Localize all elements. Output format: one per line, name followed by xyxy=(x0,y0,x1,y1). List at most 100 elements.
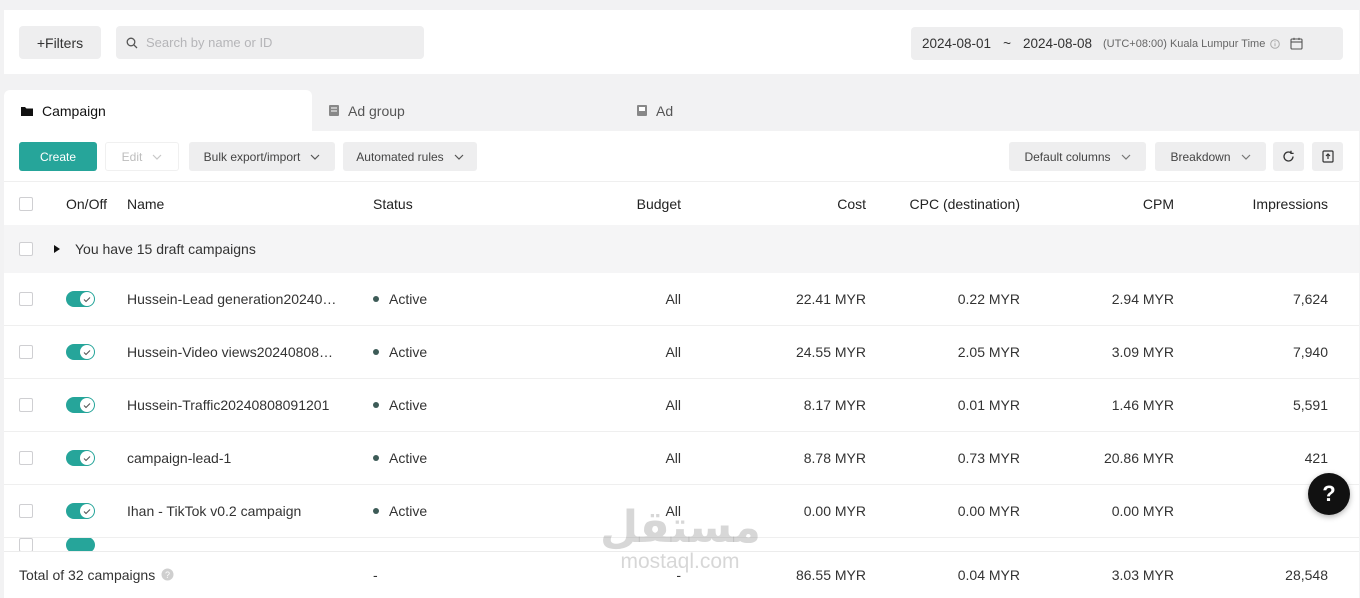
tab-ad-label: Ad xyxy=(656,102,674,119)
campaign-panel: Create Edit Bulk export/import Automated… xyxy=(4,131,1359,598)
table-row[interactable]: campaign-lead-1 Active All 8.78 MYR 0.73… xyxy=(4,432,1359,485)
level-tabs: Campaign Ad group Ad xyxy=(4,90,1359,131)
cpm-value: 20.86 MYR xyxy=(1103,450,1174,466)
date-separator: ~ xyxy=(1003,36,1011,51)
row-toggle[interactable] xyxy=(66,273,95,325)
check-icon xyxy=(83,455,91,461)
draft-campaigns-row[interactable]: You have 15 draft campaigns xyxy=(4,225,1359,273)
check-icon xyxy=(83,402,91,408)
cpm-value: 3.09 MYR xyxy=(1111,344,1174,360)
cost-value: 24.55 MYR xyxy=(795,344,866,360)
edit-dropdown[interactable]: Edit xyxy=(105,142,179,171)
check-icon xyxy=(83,349,91,355)
total-row: Total of 32 campaigns ? - - 86.55 MYR 0.… xyxy=(4,551,1359,597)
budget-value: All xyxy=(665,344,681,360)
chevron-down-icon xyxy=(1241,154,1250,160)
check-icon xyxy=(83,296,91,302)
row-checkbox[interactable] xyxy=(19,326,33,378)
ad-icon xyxy=(637,105,647,116)
date-start: 2024-08-01 xyxy=(922,36,992,51)
header-impressions[interactable]: Impressions xyxy=(1184,182,1328,225)
campaign-name[interactable]: Ihan - TikTok v0.2 campaign xyxy=(127,485,301,537)
add-filter-button[interactable]: +Filters xyxy=(19,26,101,59)
tab-ad-group[interactable]: Ad group xyxy=(328,90,405,131)
chevron-down-icon xyxy=(1121,154,1130,160)
header-cpm[interactable]: CPM xyxy=(1034,182,1174,225)
default-columns-dropdown[interactable]: Default columns xyxy=(1009,142,1146,171)
row-toggle[interactable] xyxy=(66,485,95,537)
total-cpm: 3.03 MYR xyxy=(1111,566,1174,583)
draft-checkbox[interactable] xyxy=(19,225,33,273)
row-checkbox[interactable] xyxy=(19,485,33,537)
automated-label: Automated rules xyxy=(356,149,444,164)
refresh-icon xyxy=(1283,150,1294,162)
tab-ad[interactable]: Ad xyxy=(636,90,673,131)
table-toolbar: Create Edit Bulk export/import Automated… xyxy=(4,131,1359,181)
total-status: - xyxy=(373,566,378,583)
row-checkbox[interactable] xyxy=(19,538,33,551)
status-text: Active xyxy=(389,397,428,413)
tab-ad-group-label: Ad group xyxy=(348,102,405,119)
check-icon xyxy=(83,508,91,514)
bulk-label: Bulk export/import xyxy=(203,149,301,164)
bulk-export-import-button[interactable]: Bulk export/import xyxy=(189,142,335,171)
timezone-label: (UTC+08:00) Kuala Lumpur Time xyxy=(1103,37,1266,50)
header-name[interactable]: Name xyxy=(127,182,164,225)
date-range-picker[interactable]: 2024-08-01 ~ 2024-08-08 (UTC+08:00) Kual… xyxy=(911,27,1343,60)
campaign-name[interactable]: Hussein-Traffic20240808091201 xyxy=(127,379,329,431)
status-text: Active xyxy=(389,503,428,519)
draft-text: You have 15 draft campaigns xyxy=(75,241,256,257)
tab-campaign[interactable]: Campaign xyxy=(4,90,312,131)
budget-value: All xyxy=(665,397,681,413)
table-row[interactable]: Hussein-Lead generation20240… Active All… xyxy=(4,273,1359,326)
caret-right-icon[interactable] xyxy=(54,225,60,273)
export-button[interactable] xyxy=(1312,142,1343,171)
cpc-value: 2.05 MYR xyxy=(957,344,1020,360)
budget-value: All xyxy=(665,450,681,466)
chevron-down-icon xyxy=(454,154,464,160)
folder-icon xyxy=(21,106,33,116)
calendar-icon[interactable] xyxy=(1290,37,1303,50)
row-checkbox[interactable] xyxy=(19,379,33,431)
create-button[interactable]: Create xyxy=(19,142,97,171)
impressions-value: 7,940 xyxy=(1292,344,1328,360)
search-icon xyxy=(126,37,138,48)
help-button[interactable]: ? xyxy=(1308,473,1350,515)
header-cost[interactable]: Cost xyxy=(704,182,866,225)
table-row-partial xyxy=(4,538,1359,551)
total-cost: 86.55 MYR xyxy=(795,566,866,583)
table-row[interactable]: Ihan - TikTok v0.2 campaign Active All 0… xyxy=(4,485,1359,538)
campaign-name[interactable]: Hussein-Video views20240808… xyxy=(127,326,333,378)
table-row[interactable]: Hussein-Traffic20240808091201 Active All… xyxy=(4,379,1359,432)
cost-value: 8.17 MYR xyxy=(803,397,866,413)
automated-rules-button[interactable]: Automated rules xyxy=(343,142,477,171)
header-budget[interactable]: Budget xyxy=(494,182,681,225)
cost-value: 8.78 MYR xyxy=(803,450,866,466)
campaign-name[interactable]: Hussein-Lead generation20240… xyxy=(127,273,336,325)
svg-text:?: ? xyxy=(165,570,170,580)
breakdown-label: Breakdown xyxy=(1170,149,1231,164)
refresh-button[interactable] xyxy=(1273,142,1304,171)
cpm-value: 2.94 MYR xyxy=(1111,291,1174,307)
select-all-checkbox[interactable] xyxy=(19,182,33,225)
table-row[interactable]: Hussein-Video views20240808… Active All … xyxy=(4,326,1359,379)
row-toggle[interactable] xyxy=(66,326,95,378)
row-toggle[interactable] xyxy=(66,432,95,484)
campaign-name[interactable]: campaign-lead-1 xyxy=(127,432,231,484)
breakdown-dropdown[interactable]: Breakdown xyxy=(1155,142,1266,171)
row-toggle[interactable] xyxy=(66,538,95,551)
cost-value: 0.00 MYR xyxy=(803,503,866,519)
date-end: 2024-08-08 xyxy=(1022,36,1093,51)
header-status[interactable]: Status xyxy=(373,182,413,225)
row-toggle[interactable] xyxy=(66,379,95,431)
row-checkbox[interactable] xyxy=(19,273,33,325)
search-input[interactable]: Search by name or ID xyxy=(116,26,424,59)
cpc-value: 0.01 MYR xyxy=(957,397,1020,413)
row-checkbox[interactable] xyxy=(19,432,33,484)
impressions-value: 7,624 xyxy=(1292,291,1328,307)
status-badge: Active xyxy=(373,432,427,484)
header-cpc[interactable]: CPC (destination) xyxy=(874,182,1021,225)
search-placeholder: Search by name or ID xyxy=(146,35,273,50)
status-text: Active xyxy=(389,450,428,466)
total-label-text: Total of 32 campaigns xyxy=(19,566,156,583)
